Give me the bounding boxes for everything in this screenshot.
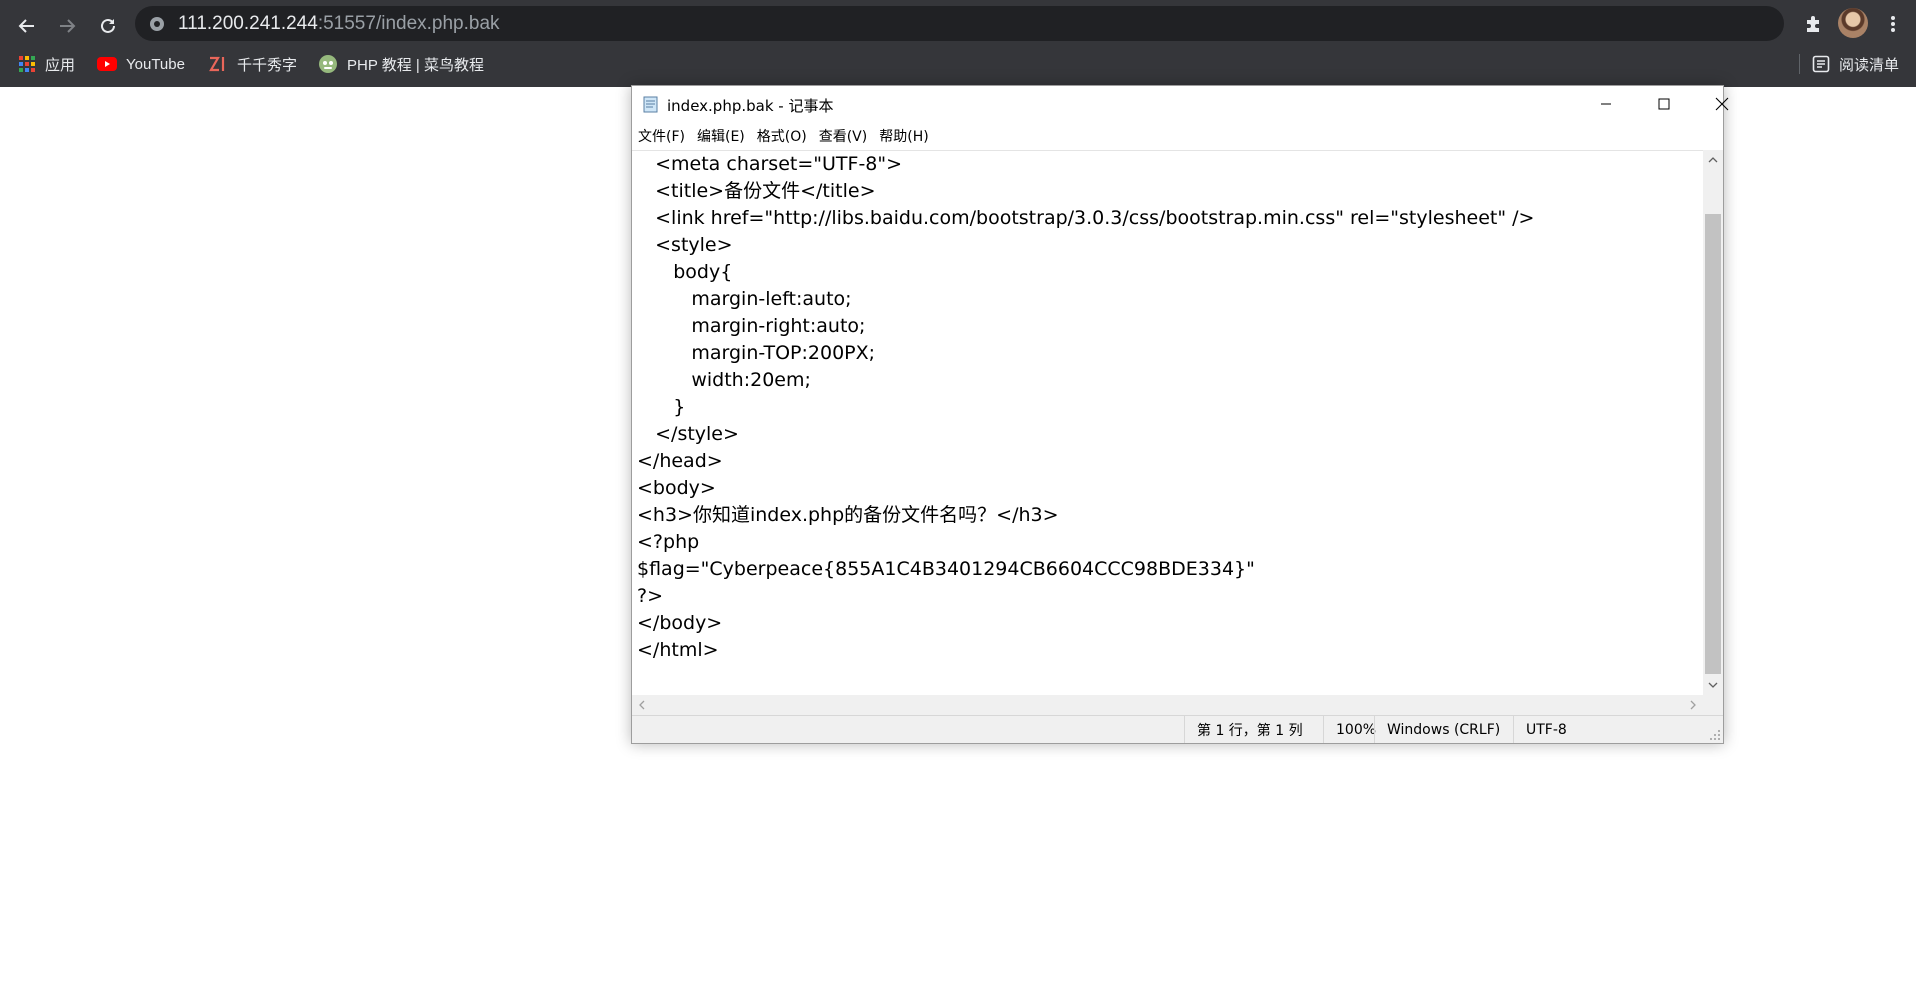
code-line: <title>备份文件</title>: [637, 180, 876, 202]
chevron-right-icon: [1690, 700, 1696, 710]
code-line: margin-right:auto;: [637, 315, 866, 337]
close-icon: [1715, 97, 1729, 111]
maximize-icon: [1658, 98, 1670, 110]
menu-bar: 文件(F) 编辑(E) 格式(O) 查看(V) 帮助(H): [632, 122, 1723, 150]
code-line: </html>: [637, 639, 719, 661]
site-info-icon[interactable]: [148, 15, 166, 33]
scroll-down-button[interactable]: [1703, 675, 1723, 695]
code-line: width:20em;: [637, 369, 811, 391]
bookmark-label: 应用: [45, 56, 76, 74]
code-line: $flag="Cyberpeace{855A1C4B3401294CB6604C…: [637, 558, 1255, 580]
bookmark-qianqian[interactable]: 千千秀字: [208, 48, 297, 80]
scroll-left-button[interactable]: [632, 695, 652, 715]
forward-button[interactable]: [51, 10, 83, 42]
bookmarks-bar: 应用 YouTube 千千秀字 PHP 教程 | 菜鸟教程 阅读清单: [0, 48, 1916, 80]
menu-help[interactable]: 帮助(H): [873, 126, 934, 146]
code-line: <body>: [637, 477, 716, 499]
scroll-thumb[interactable]: [1705, 214, 1721, 674]
code-line: margin-left:auto;: [637, 288, 852, 310]
reading-list-label: 阅读清单: [1839, 56, 1900, 74]
zi-logo-icon: [208, 55, 228, 73]
chevron-down-icon: [1708, 682, 1718, 688]
minimize-button[interactable]: [1577, 86, 1635, 122]
forward-arrow-icon: [60, 19, 76, 33]
puzzle-piece-icon: [1807, 16, 1819, 32]
text-editor-area[interactable]: <meta charset="UTF-8"> <title>备份文件</titl…: [632, 150, 1703, 696]
apps-grid-icon: [18, 55, 36, 73]
code-line: body{: [637, 261, 733, 283]
code-line: <link href="http://libs.baidu.com/bootst…: [637, 207, 1535, 229]
back-arrow-icon: [18, 19, 34, 33]
reload-icon: [101, 18, 115, 33]
code-line: }: [637, 396, 686, 418]
reload-button[interactable]: [92, 10, 124, 42]
chevron-up-icon: [1708, 157, 1718, 163]
bookmark-youtube[interactable]: YouTube: [97, 48, 185, 80]
scroll-up-button[interactable]: [1703, 150, 1723, 170]
status-bar: 第 1 行，第 1 列 100% Windows (CRLF) UTF-8: [632, 715, 1723, 743]
menu-file[interactable]: 文件(F): [632, 126, 691, 146]
browser-menu-button[interactable]: [1879, 10, 1907, 38]
line-ending: Windows (CRLF): [1374, 716, 1525, 743]
youtube-icon: [97, 57, 117, 71]
horizontal-scrollbar[interactable]: [632, 695, 1703, 715]
maximize-button[interactable]: [1635, 86, 1693, 122]
code-line: </style>: [637, 423, 739, 445]
bookmark-label: YouTube: [126, 55, 185, 73]
bookmark-label: 千千秀字: [237, 56, 298, 74]
bookmarks-divider: [1799, 54, 1800, 74]
minimize-icon: [1601, 103, 1611, 105]
notepad-window[interactable]: index.php.bak - 记事本 文件(F) 编辑(E) 格式(O) 查看…: [631, 85, 1729, 744]
scrollbar-corner: [1703, 695, 1723, 715]
reading-list-button[interactable]: 阅读清单: [1812, 48, 1899, 80]
window-title: index.php.bak - 记事本: [667, 97, 834, 115]
code-line: margin-TOP:200PX;: [637, 342, 876, 364]
menu-format[interactable]: 格式(O): [751, 126, 813, 146]
close-button[interactable]: [1693, 86, 1751, 122]
menu-edit[interactable]: 编辑(E): [691, 126, 751, 146]
vertical-scrollbar[interactable]: [1703, 150, 1723, 695]
address-bar[interactable]: 111.200.241.244:51557/index.php.bak: [135, 6, 1784, 41]
bookmark-runoob[interactable]: PHP 教程 | 菜鸟教程: [318, 48, 484, 80]
url-path: :51557/index.php.bak: [317, 12, 500, 34]
extensions-button[interactable]: [1799, 10, 1827, 38]
scroll-right-button[interactable]: [1683, 695, 1703, 715]
chevron-left-icon: [639, 700, 645, 710]
back-button[interactable]: [11, 10, 43, 42]
browser-toolbar: 111.200.241.244:51557/index.php.bak 应用 Y…: [0, 0, 1916, 87]
profile-avatar[interactable]: [1838, 8, 1868, 38]
code-line: ?>: [637, 585, 664, 607]
title-bar[interactable]: index.php.bak - 记事本: [632, 86, 1729, 122]
code-line: <meta charset="UTF-8">: [637, 153, 903, 175]
bookmark-apps[interactable]: 应用: [18, 48, 75, 80]
resize-grip-icon[interactable]: [1709, 729, 1721, 741]
code-line: <?php: [637, 531, 700, 553]
editor-text[interactable]: <meta charset="UTF-8"> <title>备份文件</titl…: [637, 151, 1534, 664]
reading-list-icon: [1812, 55, 1830, 73]
code-line: <h3>你知道index.php的备份文件名吗？</h3>: [637, 504, 1059, 526]
code-line: </head>: [637, 450, 723, 472]
url-text[interactable]: 111.200.241.244:51557/index.php.bak: [178, 13, 500, 35]
runoob-icon: [318, 54, 338, 74]
encoding: UTF-8: [1513, 716, 1646, 743]
kebab-menu-icon: [1891, 16, 1895, 32]
cursor-position: 第 1 行，第 1 列: [1184, 716, 1335, 743]
menu-view[interactable]: 查看(V): [813, 126, 874, 146]
bookmark-label: PHP 教程 | 菜鸟教程: [347, 56, 484, 74]
url-host: 111.200.241.244: [178, 12, 318, 34]
code-line: </body>: [637, 612, 723, 634]
code-line: <style>: [637, 234, 733, 256]
notepad-app-icon: [643, 96, 658, 113]
